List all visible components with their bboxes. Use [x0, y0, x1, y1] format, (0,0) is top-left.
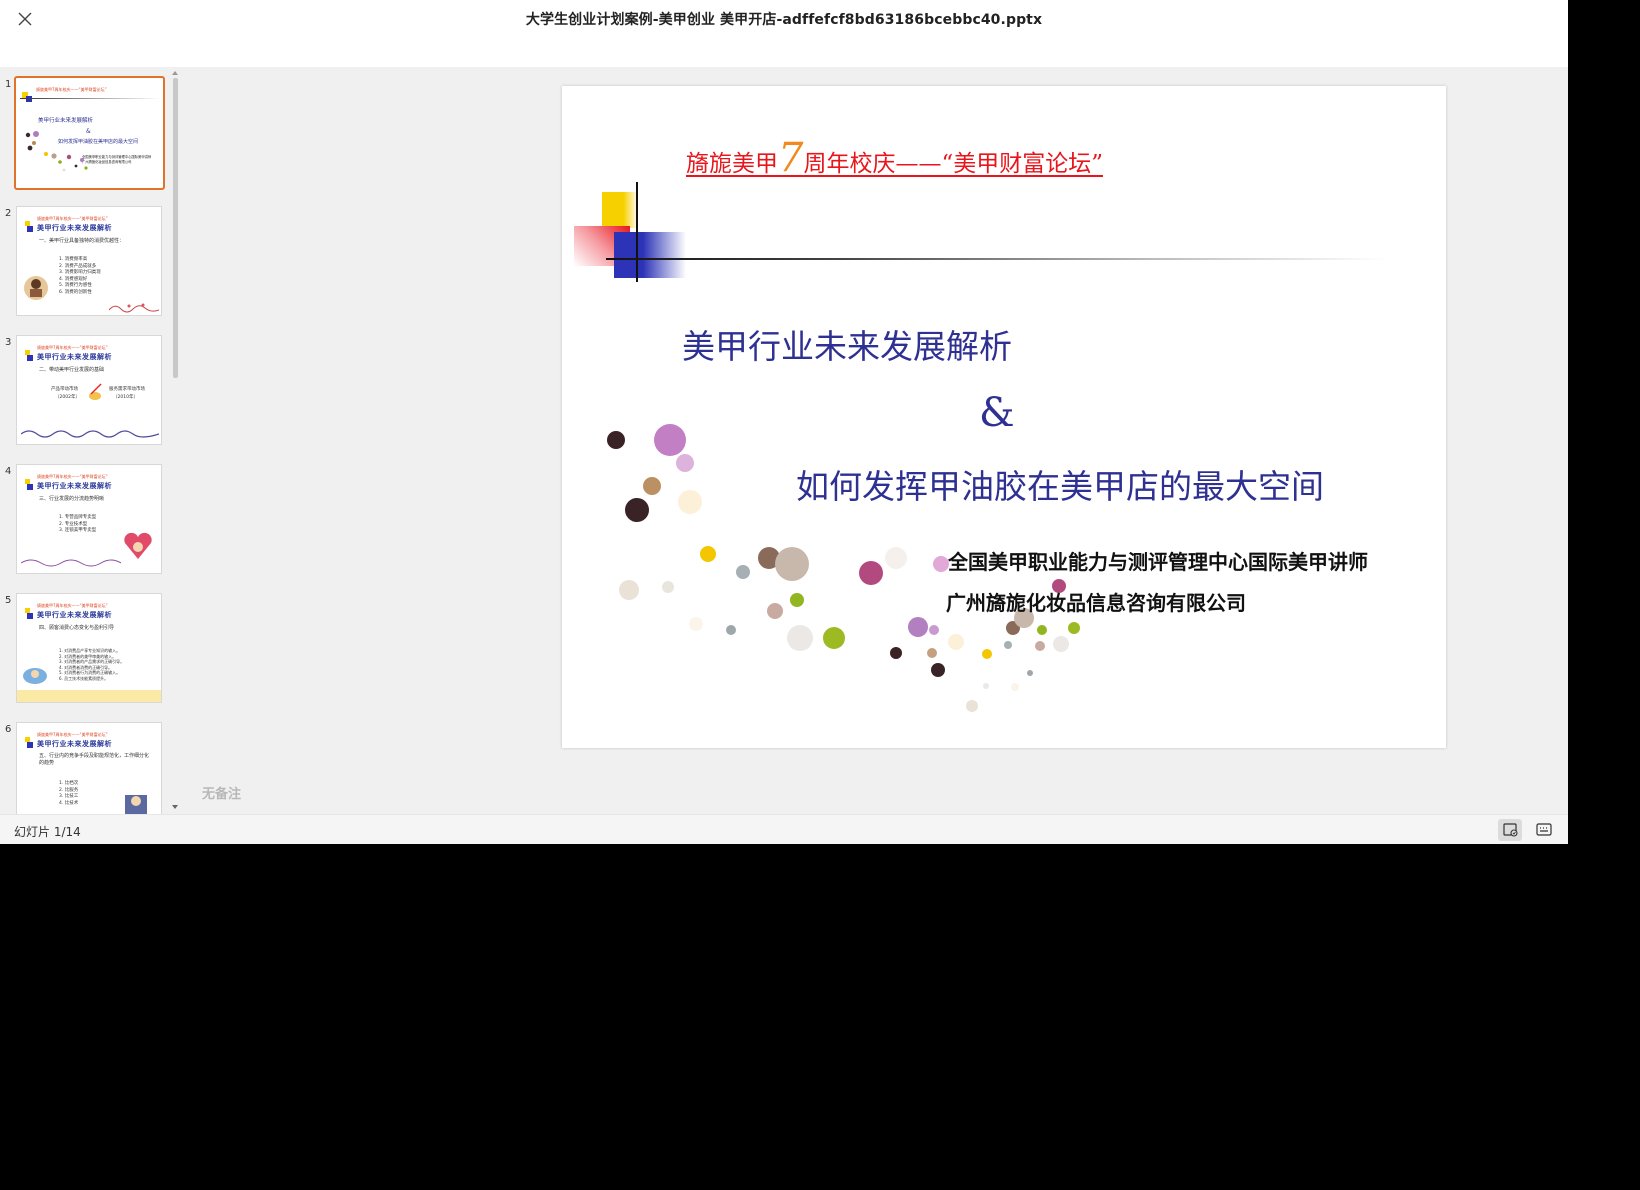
thumb-text: 产品带动市场 [51, 387, 78, 392]
decor-vertical-line [636, 182, 638, 282]
thumb-sub: 三、行业发展的分流趋势明晰 [39, 496, 105, 502]
thumb-text: 服务需求带动市场 [109, 387, 145, 392]
thumb-list-item: 3. 比技工 [59, 794, 79, 799]
thumbnail-number: 5 [5, 595, 12, 606]
thumb-list: 1. 消费频率高 2. 消费产品成就多 3. 消费影响力归类现 4. 消费感观好… [59, 257, 101, 296]
thumb-decor [26, 96, 32, 102]
notes-view-icon [1536, 823, 1552, 836]
thumb-decor [21, 430, 159, 438]
thumb-illustration [89, 383, 102, 400]
thumb-decor [25, 221, 33, 232]
top-title-suffix: 周年校庆——“美甲财富论坛” [803, 151, 1103, 177]
presenter-company: 广州旖旎化妆品信息咨询有限公司 [946, 591, 1246, 615]
slide-thumbnail-panel: 1 旖旎美甲7周年校庆——“美甲财富论坛” 美甲行业未来发展解析 & 如何发挥甲… [0, 67, 182, 814]
slide-heading: 美甲行业未来发展解析 [682, 327, 1012, 366]
thumb-heading: 美甲行业未来发展解析 [37, 224, 112, 232]
thumb-decor [25, 350, 33, 361]
thumb-list-item: 6. 消费的创新性 [59, 289, 92, 295]
thumb-title: 旖旎美甲7周年校庆——“美甲财富论坛” [37, 345, 108, 350]
thumb-illustration [125, 795, 147, 814]
top-title-prefix: 旖旎美甲 [686, 151, 778, 177]
thumb-title: 旖旎美甲7周年校庆——“美甲财富论坛” [36, 87, 107, 92]
thumbnail-number: 6 [5, 724, 12, 735]
thumb-illustration [23, 668, 47, 684]
thumb-illustration [124, 532, 152, 559]
thumb-sub: 五、行业内的竞争手段及职能规范化，工作细分化的趋势 [39, 753, 150, 766]
thumb-illustration [24, 276, 48, 300]
decor-blue-square [614, 232, 686, 278]
thumb-decor [109, 303, 159, 313]
current-slide[interactable]: 旖旎美甲7周年校庆——“美甲财富论坛” 美甲行业未来发展解析 & 如何发挥甲油胶… [562, 86, 1446, 748]
slide-thumbnail-6[interactable]: 旖旎美甲7周年校庆——“美甲财富论坛” 美甲行业未来发展解析 五、行业内的竞争手… [16, 722, 162, 814]
thumb-list-item: 3. 对消费者的产品需求的正确引导。 [59, 659, 125, 665]
notes-view-button[interactable] [1532, 819, 1556, 841]
thumb-sub: 一、美甲行业具备独特的消费优越性： [39, 238, 125, 244]
normal-view-button[interactable] [1498, 819, 1522, 841]
decor-yellow-square [602, 192, 638, 228]
speaker-notes[interactable]: 无备注 [202, 783, 241, 802]
thumb-decor [25, 737, 33, 748]
thumb-heading: 美甲行业未来发展解析 [37, 740, 112, 748]
thumb-decor [25, 479, 33, 490]
slide-counter: 幻灯片 1/14 [14, 825, 81, 839]
thumb-list-item: 1. 比档次 [59, 781, 79, 786]
slide-thumbnail-1[interactable]: 旖旎美甲7周年校庆——“美甲财富论坛” 美甲行业未来发展解析 & 如何发挥甲油胶… [14, 76, 165, 190]
thumb-list-item: 4. 比技术 [59, 800, 79, 806]
thumb-decor [21, 559, 121, 567]
thumb-heading: 美甲行业未来发展解析 [38, 118, 94, 124]
thumb-heading: 美甲行业未来发展解析 [37, 353, 112, 361]
presentation-viewer: 大学生创业计划案例-美甲创业 美甲开店-adffefcf8bd63186bceb… [0, 0, 1568, 844]
thumb-title: 旖旎美甲7周年校庆——“美甲财富论坛” [37, 216, 108, 221]
thumb-list-item: 6. 员工技术技能素质提升。 [59, 675, 109, 681]
thumb-sub: 四、顾客消费心态变化与盈利引导 [39, 625, 115, 631]
title-bar: 大学生创业计划案例-美甲创业 美甲开店-adffefcf8bd63186bceb… [0, 0, 1568, 67]
thumb-footer-bar [17, 690, 161, 702]
document-title: 大学生创业计划案例-美甲创业 美甲开店-adffefcf8bd63186bceb… [525, 12, 1043, 28]
decor-horizontal-line [606, 258, 1386, 260]
thumb-text: （2010年） [113, 395, 138, 400]
thumbnail-number: 1 [5, 79, 12, 90]
thumb-list: 1. 对消费品产享专业知识的输入。 2. 对消费者的美甲审美的输入。 3. 对消… [59, 648, 124, 682]
slide-thumbnail-4[interactable]: 旖旎美甲7周年校庆——“美甲财富论坛” 美甲行业未来发展解析 三、行业发展的分流… [16, 464, 162, 574]
thumb-list-item: 3. 连锁美甲专卖型 [59, 528, 97, 533]
thumb-decor [25, 608, 33, 619]
thumb-list: 1. 比档次 2. 比服务 3. 比技工 4. 比技术 [59, 781, 78, 807]
slide-thumbnail-5[interactable]: 旖旎美甲7周年校庆——“美甲财富论坛” 美甲行业未来发展解析 四、顾客消费心态变… [16, 593, 162, 703]
thumb-list-item: 3. 消费影响力归类现 [59, 270, 101, 275]
thumb-text: （2002年） [55, 395, 80, 400]
thumb-list-item: 1. 对消费品产享专业知识的输入。 [59, 648, 121, 653]
slide-thumbnail-2[interactable]: 旖旎美甲7周年校庆——“美甲财富论坛” 美甲行业未来发展解析 一、美甲行业具备独… [16, 206, 162, 316]
thumb-heading: 美甲行业未来发展解析 [37, 482, 112, 490]
thumb-heading: 美甲行业未来发展解析 [37, 611, 112, 619]
thumb-title: 旖旎美甲7周年校庆——“美甲财富论坛” [37, 603, 108, 608]
thumb-title: 旖旎美甲7周年校庆——“美甲财富论坛” [37, 474, 108, 479]
thumb-decor [20, 98, 160, 99]
thumbnail-number: 2 [5, 208, 12, 219]
thumb-dots [25, 131, 88, 172]
top-title-number: 7 [778, 135, 804, 181]
slide-top-title: 旖旎美甲7周年校庆——“美甲财富论坛” [686, 138, 1103, 178]
slide-thumbnail-3[interactable]: 旖旎美甲7周年校庆——“美甲财富论坛” 美甲行业未来发展解析 二、带动美甲行业发… [16, 335, 162, 445]
thumb-sub: 二、带动美甲行业发展的基础 [39, 367, 105, 373]
thumbnail-number: 4 [5, 466, 12, 477]
status-bar: 幻灯片 1/14 [0, 814, 1568, 844]
thumbnail-number: 3 [5, 337, 12, 348]
thumb-list: 1. 专营品牌专卖型 2. 专业技术型 3. 连锁美甲专卖型 [59, 515, 96, 535]
scrollbar-thumb[interactable] [173, 78, 178, 378]
normal-view-icon [1503, 823, 1518, 837]
thumb-list-item: 1. 专营品牌专卖型 [59, 515, 97, 520]
scroll-down-icon[interactable] [172, 804, 178, 810]
thumb-title: 旖旎美甲7周年校庆——“美甲财富论坛” [37, 732, 108, 737]
presenter-role: 全国美甲职业能力与测评管理中心国际美甲讲师 [948, 550, 1368, 574]
scroll-up-icon[interactable] [172, 70, 178, 76]
